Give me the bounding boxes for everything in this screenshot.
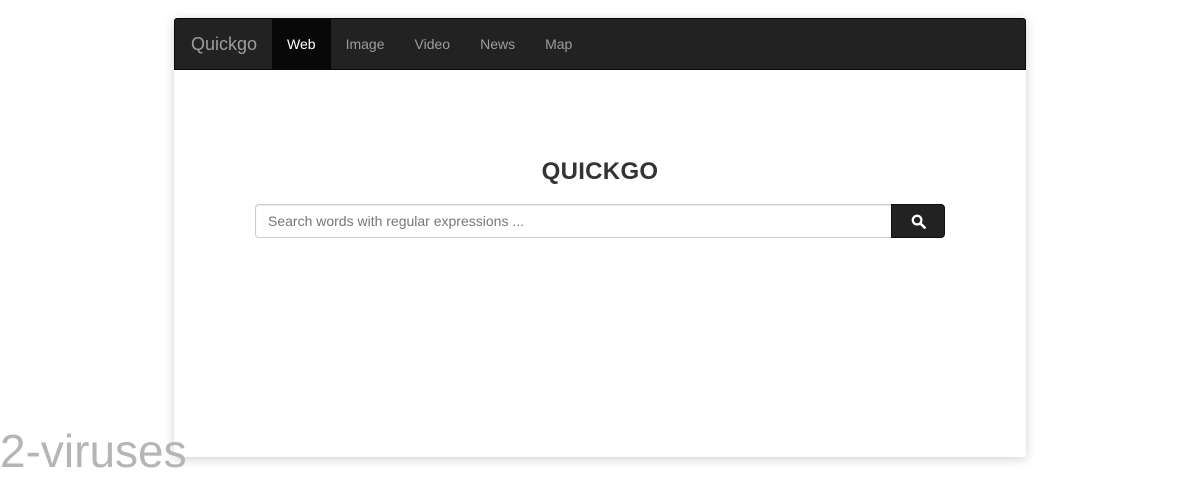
nav-tabs: Web Image Video News Map [272,19,587,69]
page-title: QUICKGO [541,158,659,185]
search-icon [911,214,926,229]
tab-web[interactable]: Web [272,19,331,69]
tab-image[interactable]: Image [331,19,400,69]
search-input[interactable] [255,204,891,238]
main-content: QUICKGO [174,70,1026,457]
brand-link[interactable]: Quickgo [175,19,272,69]
tab-news[interactable]: News [465,19,530,69]
tab-video[interactable]: Video [400,19,466,69]
top-navbar: Quickgo Web Image Video News Map [174,18,1026,70]
search-bar [255,204,945,238]
browser-page: Quickgo Web Image Video News Map QUICKGO [174,18,1026,457]
tab-map[interactable]: Map [530,19,587,69]
page: Quickgo Web Image Video News Map QUICKGO [0,0,1200,478]
search-button[interactable] [891,204,945,238]
watermark-text: 2-viruses [0,425,187,477]
